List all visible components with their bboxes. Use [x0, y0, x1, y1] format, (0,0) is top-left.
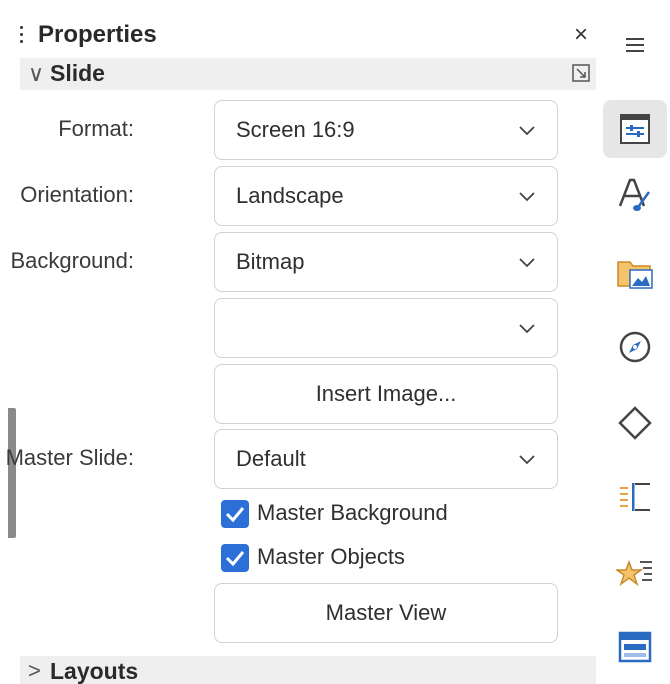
orientation-dropdown[interactable]: Landscape [214, 166, 558, 226]
sidebar-tab-bar [600, 0, 670, 684]
tab-shapes[interactable] [603, 394, 667, 452]
slide-transition-icon [620, 483, 650, 511]
master-background-checkbox[interactable] [221, 500, 249, 528]
tab-gallery[interactable] [603, 244, 667, 302]
layouts-section-title: Layouts [50, 658, 139, 684]
master-slide-value: Default [236, 446, 306, 471]
styles-icon [618, 178, 651, 211]
properties-panel: Properties × ∨ Slide Format: Screen 16:9… [0, 0, 600, 684]
background-fill-dropdown[interactable] [214, 298, 558, 358]
shapes-icon [618, 406, 652, 440]
properties-icon [620, 114, 650, 144]
tab-navigator[interactable] [603, 318, 667, 376]
sidebar-menu-button[interactable] [603, 16, 667, 74]
tab-master-slides[interactable] [603, 618, 667, 676]
chevron-down-icon [519, 324, 535, 334]
slide-section-header[interactable]: ∨ Slide [20, 58, 596, 90]
master-background-label[interactable]: Master Background [257, 500, 448, 526]
background-value: Bitmap [236, 249, 305, 274]
sidebar-resize-handle[interactable] [8, 408, 16, 538]
insert-image-button[interactable]: Insert Image... [214, 364, 558, 424]
format-value: Screen 16:9 [236, 117, 355, 142]
chevron-down-icon [519, 192, 535, 202]
panel-title-bar: Properties × [14, 18, 598, 56]
checkmark-icon [225, 551, 245, 567]
hamburger-menu-icon [626, 38, 644, 52]
master-view-button[interactable]: Master View [214, 583, 558, 643]
tab-animation[interactable] [603, 544, 667, 602]
slide-section-title: Slide [50, 60, 105, 86]
background-dropdown[interactable]: Bitmap [214, 232, 558, 292]
close-panel-button[interactable]: × [574, 20, 588, 50]
master-objects-label[interactable]: Master Objects [257, 544, 405, 570]
navigator-icon [619, 331, 651, 363]
panel-title: Properties [38, 21, 157, 48]
master-slide-dropdown[interactable]: Default [214, 429, 558, 489]
master-slide-label: Master Slide: [5, 445, 134, 470]
more-options-icon[interactable] [572, 64, 590, 82]
background-label: Background: [10, 248, 134, 273]
chevron-right-icon: > [28, 658, 41, 683]
gallery-icon [617, 261, 653, 289]
orientation-value: Landscape [236, 183, 344, 208]
animation-icon [616, 559, 652, 587]
format-label: Format: [58, 116, 134, 141]
chevron-down-icon: ∨ [28, 61, 45, 86]
orientation-label: Orientation: [20, 182, 134, 207]
drag-grip-icon[interactable] [20, 26, 24, 48]
chevron-down-icon [519, 258, 535, 268]
master-slides-icon [618, 631, 652, 663]
tab-slide-transition[interactable] [603, 468, 667, 526]
tab-styles[interactable] [603, 166, 667, 224]
layouts-section-header[interactable]: > Layouts [20, 656, 596, 684]
chevron-down-icon [519, 455, 535, 465]
checkmark-icon [225, 507, 245, 523]
master-objects-checkbox[interactable] [221, 544, 249, 572]
format-dropdown[interactable]: Screen 16:9 [214, 100, 558, 160]
chevron-down-icon [519, 126, 535, 136]
tab-properties[interactable] [603, 100, 667, 158]
